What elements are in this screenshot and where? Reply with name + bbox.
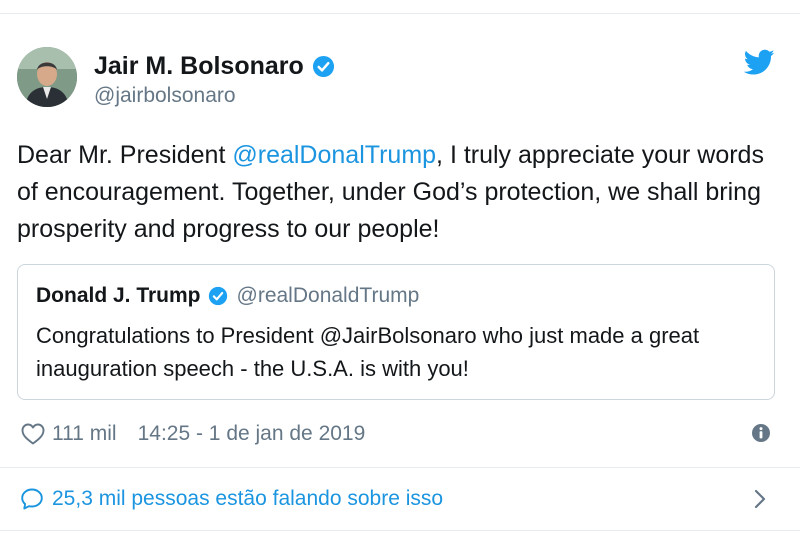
tweet-meta-row: 111 mil 14:25 - 1 de jan de 2019 [21, 420, 365, 448]
tweet-text: Dear Mr. President @realDonalTrump, I tr… [17, 137, 787, 248]
top-divider [0, 13, 800, 14]
heart-icon[interactable] [21, 423, 45, 445]
quoted-author-handle: @realDonaldTrump [236, 284, 420, 307]
conversation-link[interactable]: 25,3 mil pessoas estão falando sobre iss… [20, 484, 443, 514]
conversation-divider [0, 467, 800, 468]
author-handle[interactable]: @jairbolsonaro [94, 84, 236, 108]
avatar[interactable] [17, 47, 77, 107]
author-name-row[interactable]: Jair M. Bolsonaro [94, 50, 335, 82]
quoted-author-name: Donald J. Trump [36, 284, 201, 307]
tweet-text-before: Dear Mr. President [17, 141, 233, 169]
timestamp-link[interactable]: 14:25 - 1 de jan de 2019 [138, 422, 366, 446]
speech-bubble-icon [21, 488, 43, 510]
conversation-count-label: 25,3 mil pessoas estão falando sobre iss… [52, 487, 444, 510]
quoted-author-row: Donald J. Trump @realDonaldTrump [36, 282, 419, 310]
bottom-divider [0, 530, 800, 531]
verified-badge-icon [312, 55, 334, 77]
quoted-tweet-card[interactable]: Donald J. Trump @realDonaldTrump Congrat… [17, 264, 775, 400]
like-count[interactable]: 111 mil [52, 422, 117, 446]
twitter-bird-icon[interactable] [744, 49, 775, 76]
mention-link[interactable]: @realDonalTrump [232, 141, 436, 169]
info-icon[interactable] [751, 423, 771, 443]
quoted-tweet-text: Congratulations to President @JairBolson… [36, 323, 700, 381]
author-display-name[interactable]: Jair M. Bolsonaro [94, 52, 304, 81]
chevron-right-icon[interactable] [752, 487, 768, 511]
verified-badge-icon [208, 286, 227, 306]
